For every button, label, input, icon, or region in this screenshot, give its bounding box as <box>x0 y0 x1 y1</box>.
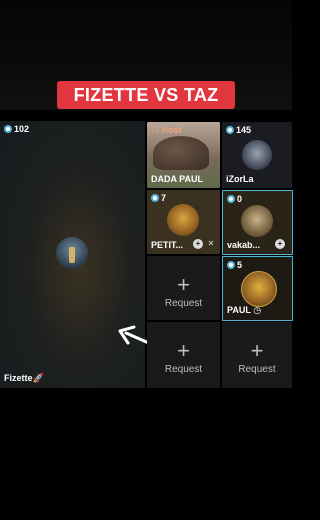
viewer-icon <box>4 125 12 133</box>
guest-tile[interactable]: 7 PETIT... + ✕ <box>147 190 220 254</box>
guest-avatar[interactable] <box>242 140 272 170</box>
guest-tile[interactable]: 5 PAUL ◷ <box>222 256 293 321</box>
guest-tile[interactable]: 145 iZorLa <box>222 122 292 188</box>
plus-icon: + <box>177 272 190 297</box>
guest-name: DADA PAUL <box>151 174 203 184</box>
request-label: Request <box>164 364 203 375</box>
guest-tile[interactable]: 0 vakab... + <box>222 190 293 255</box>
request-slot[interactable]: + Request <box>147 256 220 320</box>
plus-icon: + <box>250 338 264 363</box>
battle-title-banner: FIZETTE VS TAZ <box>57 81 235 109</box>
guest-tile-host[interactable]: ⚇ Host DADA PAUL <box>147 122 220 188</box>
battle-title: FIZETTE VS TAZ <box>73 84 219 105</box>
main-avatar[interactable] <box>56 237 88 269</box>
viewer-icon <box>227 261 235 269</box>
request-label: Request <box>238 364 276 375</box>
guest-avatar[interactable] <box>241 271 277 307</box>
plus-icon[interactable]: + <box>193 239 203 249</box>
guest-avatar[interactable] <box>167 204 199 236</box>
guest-name: PETIT... <box>151 240 184 250</box>
viewer-count: 7 <box>151 193 166 203</box>
plus-icon[interactable]: + <box>275 239 285 249</box>
viewer-count: 102 <box>4 124 29 134</box>
request-label: Request <box>164 298 203 309</box>
guest-name: PAUL ◷ <box>227 305 262 315</box>
guest-avatar[interactable] <box>241 205 273 237</box>
viewer-icon <box>226 126 234 134</box>
viewer-count: 5 <box>227 260 242 270</box>
plus-icon: + <box>177 338 190 363</box>
viewer-count: 0 <box>227 194 242 204</box>
viewer-icon <box>151 194 159 202</box>
guest-name: iZorLa <box>226 174 254 184</box>
guest-name: vakab... <box>227 240 261 250</box>
viewer-icon <box>227 195 235 203</box>
request-slot[interactable]: + Request <box>222 322 292 388</box>
request-slot[interactable]: + Request <box>147 322 220 388</box>
main-user-name: Fizette🚀 <box>4 373 44 383</box>
host-badge: ⚇ Host <box>151 125 182 135</box>
mic-off-icon[interactable]: ✕ <box>206 239 216 249</box>
clock-icon: ◷ <box>253 305 262 315</box>
viewer-count: 145 <box>226 125 251 135</box>
